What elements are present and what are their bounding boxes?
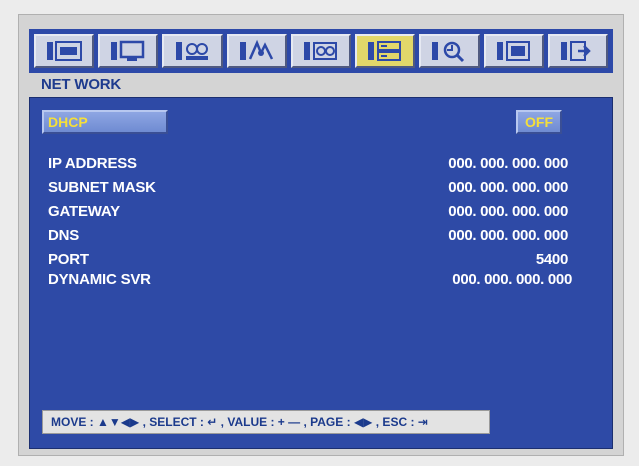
ip-address-label: IP ADDRESS — [48, 155, 137, 172]
ip-address-row[interactable]: IP ADDRESS 000. 000. 000. 000 — [48, 154, 568, 174]
plus-minus-icon: + — — [277, 415, 301, 429]
tab-system[interactable] — [483, 34, 544, 68]
dynamic-svr-value[interactable]: 000. 000. 000. 000 — [452, 270, 572, 290]
motion-icon — [239, 39, 273, 60]
tab-exit[interactable] — [547, 34, 608, 68]
exit-icon — [560, 41, 591, 61]
system-icon — [496, 41, 530, 61]
network-icon — [368, 41, 402, 61]
subnet-mask-value[interactable]: 000. 000. 000. 000 — [448, 178, 568, 198]
gateway-value[interactable]: 000. 000. 000. 000 — [448, 202, 568, 222]
monitor-icon — [111, 40, 145, 61]
ip-address-value[interactable]: 000. 000. 000. 000 — [448, 154, 568, 174]
tab-network[interactable] — [355, 34, 416, 68]
dns-row[interactable]: DNS 000. 000. 000. 000 — [48, 226, 568, 246]
esc-key-icon: ⇥ — [417, 415, 428, 429]
port-label: PORT — [48, 251, 89, 268]
subnet-mask-label: SUBNET MASK — [48, 179, 156, 196]
page-keys-icon: ◀▶ — [353, 415, 373, 429]
display-icon — [47, 41, 83, 61]
page-title: NET WORK — [41, 76, 122, 93]
camera-icon — [175, 42, 208, 60]
record-icon — [303, 42, 337, 60]
help-move-label: MOVE : — [51, 415, 94, 429]
move-keys-icon: ▲▼◀▶ — [97, 415, 140, 429]
tab-record[interactable] — [290, 34, 352, 68]
tab-camera[interactable] — [162, 34, 223, 68]
enter-key-icon: ↵ — [207, 415, 218, 429]
dns-value[interactable]: 000. 000. 000. 000 — [448, 226, 568, 246]
tab-search[interactable] — [419, 34, 480, 68]
gateway-row[interactable]: GATEWAY 000. 000. 000. 000 — [48, 202, 568, 222]
dvr-menu-frame: NET WORK DHCP OFF IP ADDRESS 000. 000. 0… — [18, 14, 624, 456]
port-row[interactable]: PORT 5400 — [48, 250, 568, 270]
network-settings-panel: DHCP OFF IP ADDRESS 000. 000. 000. 000 S… — [29, 97, 613, 449]
help-value-label: , VALUE : — [220, 415, 275, 429]
help-page-label: , PAGE : — [303, 415, 351, 429]
tab-motion[interactable] — [226, 34, 287, 68]
dhcp-button[interactable]: DHCP — [42, 110, 168, 134]
dynamic-svr-label: DYNAMIC SVR — [48, 271, 151, 288]
subnet-mask-row[interactable]: SUBNET MASK 000. 000. 000. 000 — [48, 178, 568, 198]
dns-label: DNS — [48, 227, 80, 244]
search-icon — [432, 41, 465, 63]
menu-toolbar — [29, 29, 613, 73]
tab-monitor[interactable] — [98, 34, 159, 68]
dhcp-toggle[interactable]: OFF — [516, 110, 562, 134]
port-value[interactable]: 5400 — [536, 250, 568, 270]
tab-display[interactable] — [34, 34, 95, 68]
help-select-label: , SELECT : — [142, 415, 204, 429]
key-help-bar: MOVE : ▲▼◀▶ , SELECT : ↵ , VALUE : + — ,… — [42, 410, 490, 434]
help-esc-label: , ESC : — [375, 415, 415, 429]
gateway-label: GATEWAY — [48, 203, 120, 220]
dynamic-svr-row[interactable]: DYNAMIC SVR 000. 000. 000. 000 — [48, 270, 572, 290]
